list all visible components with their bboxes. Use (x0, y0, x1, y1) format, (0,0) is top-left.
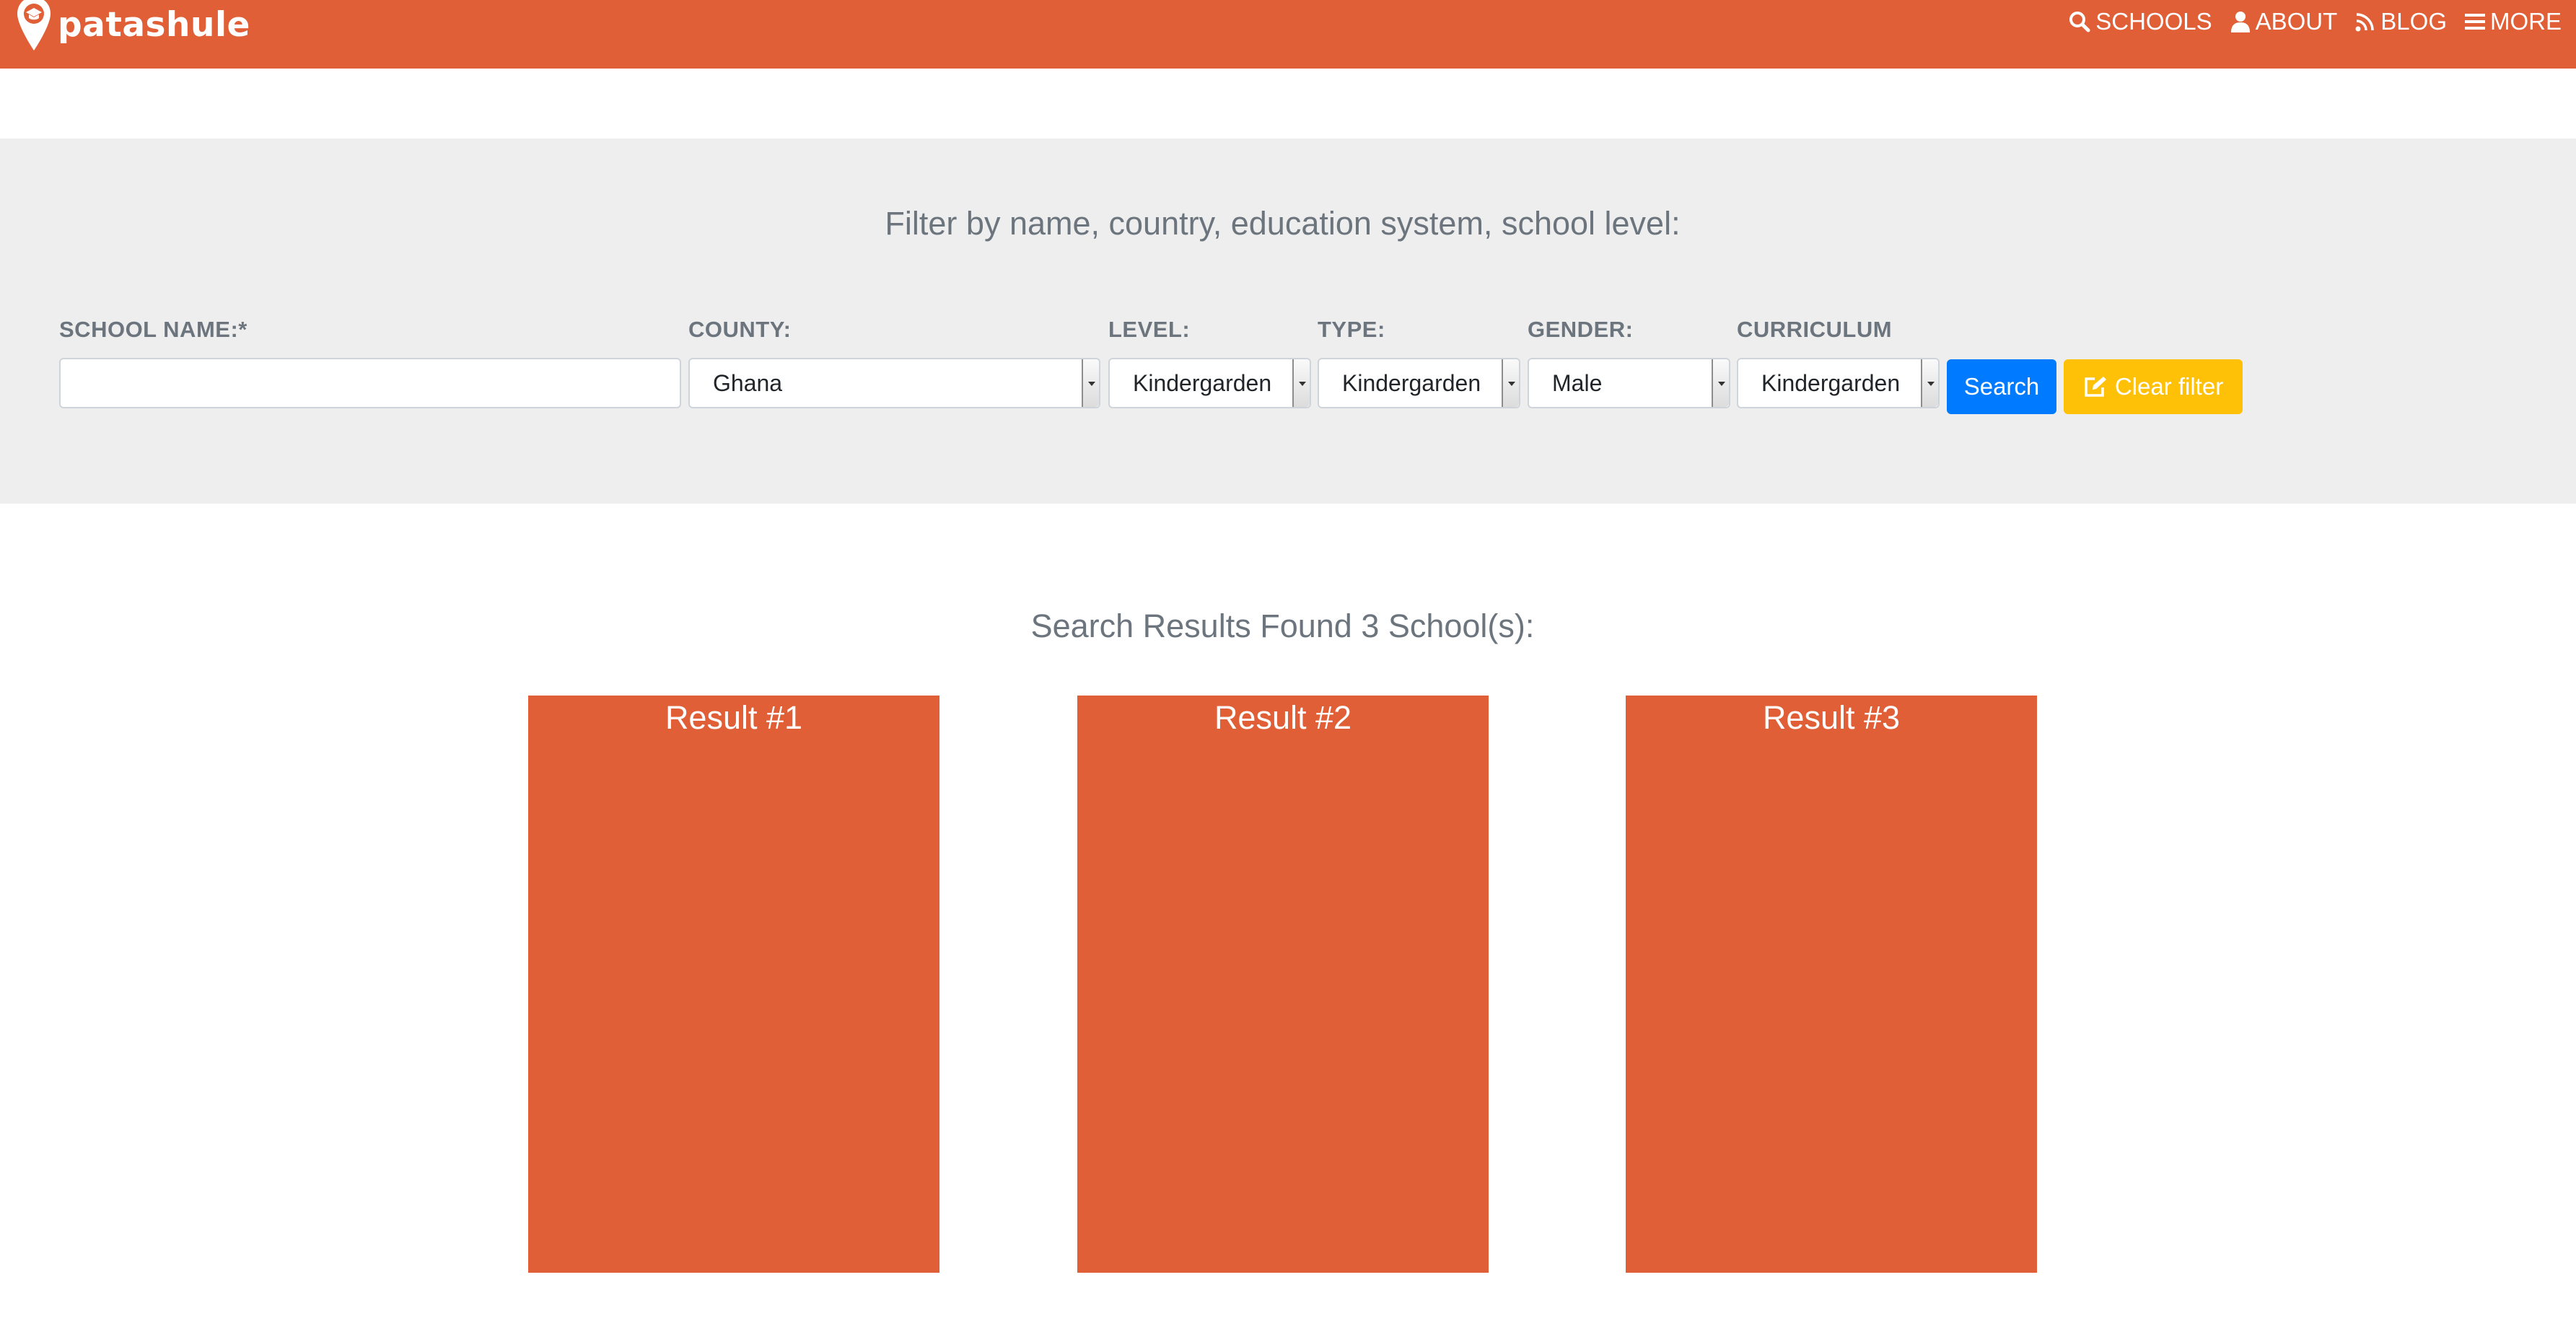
result-card-title: Result #3 (1762, 699, 1901, 736)
search-button-label: Search (1963, 373, 2040, 400)
result-card[interactable]: Result #1 (528, 696, 939, 1273)
user-icon (2230, 12, 2250, 32)
type-select-value: Kindergarden (1342, 370, 1481, 396)
level-select-value: Kindergarden (1133, 370, 1272, 396)
brand-name: patashule (58, 4, 250, 45)
county-select-value: Ghana (713, 370, 783, 396)
nav-item-about[interactable]: ABOUT (2230, 8, 2338, 35)
level-select[interactable]: Kindergarden (1108, 358, 1311, 408)
nav-item-more[interactable]: MORE (2465, 8, 2562, 35)
level-label: LEVEL: (1108, 317, 1191, 342)
search-button[interactable]: Search (1947, 359, 2056, 414)
brand-logo[interactable]: patashule (16, 0, 250, 53)
school-name-label: SCHOOL NAME:* (59, 317, 247, 342)
nav-menu: SCHOOLS ABOUT BLOG MORE (2051, 4, 2562, 39)
result-card[interactable]: Result #2 (1077, 696, 1489, 1273)
filter-panel: Filter by name, country, education syste… (0, 139, 2576, 504)
result-card-title: Result #2 (1214, 699, 1352, 736)
gender-select[interactable]: Male (1528, 358, 1730, 408)
nav-label-more: MORE (2490, 8, 2562, 35)
clear-filter-label: Clear filter (2114, 373, 2224, 400)
top-navbar: patashule SCHOOLS ABOUT BLOG MORE (0, 0, 2576, 69)
results-title: Search Results Found 3 School(s): (1030, 608, 1535, 644)
nav-item-blog[interactable]: BLOG (2355, 8, 2447, 35)
nav-label-schools: SCHOOLS (2095, 8, 2212, 35)
school-name-input[interactable] (59, 358, 681, 408)
curriculum-label: CURRICULUM (1737, 317, 1893, 342)
result-card-title: Result #1 (665, 699, 803, 736)
curriculum-select-value: Kindergarden (1761, 370, 1901, 396)
chevron-down-icon (1921, 359, 1938, 407)
type-label: TYPE: (1318, 317, 1385, 342)
chevron-down-icon (1082, 359, 1099, 407)
gender-select-value: Male (1552, 370, 1603, 396)
map-pin-cap-icon (17, 0, 51, 51)
result-card[interactable]: Result #3 (1626, 696, 2037, 1273)
chevron-down-icon (1712, 359, 1729, 407)
bars-icon (2465, 14, 2485, 30)
filter-title: Filter by name, country, education syste… (885, 205, 1681, 242)
county-select[interactable]: Ghana (688, 358, 1100, 408)
type-select[interactable]: Kindergarden (1318, 358, 1520, 408)
edit-icon (2085, 377, 2106, 397)
chevron-down-icon (1502, 359, 1519, 407)
rss-icon (2355, 13, 2375, 32)
chevron-down-icon (1292, 359, 1310, 407)
county-label: COUNTY: (688, 317, 792, 342)
nav-label-blog: BLOG (2380, 8, 2447, 35)
search-icon (2069, 12, 2090, 32)
clear-filter-button[interactable]: Clear filter (2064, 359, 2243, 414)
curriculum-select[interactable]: Kindergarden (1737, 358, 1940, 408)
nav-item-schools[interactable]: SCHOOLS (2069, 8, 2212, 35)
gender-label: GENDER: (1528, 317, 1634, 342)
nav-label-about: ABOUT (2255, 8, 2338, 35)
